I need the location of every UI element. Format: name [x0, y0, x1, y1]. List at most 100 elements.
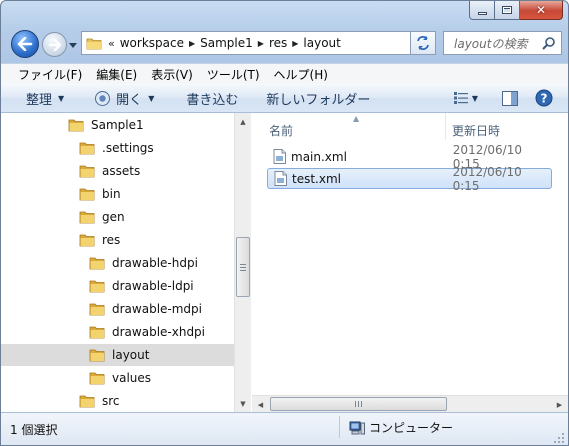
folder-icon: [79, 188, 95, 201]
chevron-down-icon: ▼: [58, 93, 65, 103]
xml-file-icon: [273, 149, 286, 164]
view-list-icon: [453, 92, 468, 104]
computer-icon: [349, 421, 365, 434]
menu-tools[interactable]: ツール(T): [200, 66, 267, 83]
menu-edit[interactable]: 編集(E): [89, 66, 144, 83]
scroll-down-arrow[interactable]: ▼: [235, 395, 251, 412]
breadcrumb-item[interactable]: layout: [300, 36, 343, 50]
scroll-thumb[interactable]: [236, 237, 250, 297]
chevron-right-icon[interactable]: ▶: [290, 39, 300, 48]
chevron-right-icon[interactable]: ▶: [187, 39, 197, 48]
scroll-up-arrow[interactable]: ▲: [235, 113, 251, 130]
tree-item-label: drawable-mdpi: [112, 302, 202, 316]
breadcrumb-item[interactable]: res: [266, 36, 290, 50]
organize-label: 整理: [26, 92, 53, 108]
tree-item[interactable]: res: [1, 229, 234, 251]
tree-item[interactable]: gen: [1, 206, 234, 228]
minimize-button[interactable]: [469, 1, 495, 20]
back-button[interactable]: [11, 30, 39, 58]
preview-pane-icon: [502, 90, 518, 106]
tree-item[interactable]: Sample1: [1, 114, 234, 136]
folder-icon: [86, 38, 102, 49]
search-input[interactable]: layoutの検索: [444, 35, 542, 52]
forward-button[interactable]: [42, 32, 67, 57]
selection-count: 1 個選択: [10, 423, 58, 437]
scroll-left-arrow[interactable]: ◀: [252, 396, 269, 413]
tree-item-label: drawable-hdpi: [112, 256, 198, 270]
scroll-right-arrow[interactable]: ▶: [551, 396, 568, 413]
tree-item-label: assets: [102, 164, 141, 178]
search-icon[interactable]: [542, 36, 556, 50]
help-icon: ?: [535, 89, 553, 107]
arrow-right-icon: [48, 38, 61, 51]
search-box[interactable]: layoutの検索: [443, 31, 562, 55]
tree-item-label: src: [102, 394, 120, 408]
explorer-window: ✕ « workspace ▶ Sample1 ▶ res ▶ layout l…: [0, 0, 569, 446]
breadcrumb: « workspace ▶ Sample1 ▶ res ▶ layout: [102, 32, 344, 54]
breadcrumb-overflow[interactable]: «: [102, 37, 117, 50]
menu-help[interactable]: ヘルプ(H): [267, 66, 335, 83]
open-label: 開く: [116, 92, 143, 108]
status-divider: [339, 416, 340, 438]
recent-pages-dropdown[interactable]: [69, 41, 77, 49]
chevron-right-icon[interactable]: ▶: [256, 39, 266, 48]
open-with-icon: [95, 90, 111, 106]
grip-icon: [240, 263, 246, 271]
tree-item-label: res: [102, 233, 121, 247]
refresh-icon: [417, 36, 429, 50]
close-icon: ✕: [535, 3, 547, 17]
resize-grip-icon[interactable]: [554, 433, 565, 444]
folder-icon: [89, 280, 105, 293]
location-label: コンピューター: [369, 421, 454, 435]
tree-item[interactable]: drawable-mdpi: [1, 298, 234, 320]
maximize-button[interactable]: [495, 1, 520, 20]
tree-item[interactable]: src: [1, 390, 234, 412]
tree-item[interactable]: drawable-hdpi: [1, 252, 234, 274]
menu-file[interactable]: ファイル(F): [11, 66, 89, 83]
organize-button[interactable]: 整理 ▼: [1, 84, 74, 112]
breadcrumb-item[interactable]: workspace: [117, 36, 187, 50]
column-date[interactable]: 更新日時: [452, 122, 500, 139]
scroll-thumb[interactable]: [270, 397, 447, 411]
file-date: 2012/06/10 0:15: [452, 164, 522, 193]
maximize-icon: [502, 6, 512, 14]
breadcrumb-item[interactable]: Sample1: [197, 36, 256, 50]
open-button[interactable]: 開く ▼: [74, 84, 164, 112]
new-folder-label: 新しいフォルダー: [266, 92, 371, 108]
file-row[interactable]: test.xml 2012/06/10 0:15: [267, 165, 552, 193]
caption-buttons: ✕: [469, 1, 563, 20]
navigation-bar: « workspace ▶ Sample1 ▶ res ▶ layout lay…: [9, 27, 562, 61]
status-bar: 1 個選択 コンピューター: [1, 412, 568, 445]
tree-item[interactable]: assets: [1, 160, 234, 182]
column-divider[interactable]: [445, 113, 446, 140]
tree-item[interactable]: bin: [1, 183, 234, 205]
new-folder-button[interactable]: 新しいフォルダー: [248, 84, 380, 112]
folder-icon: [79, 142, 95, 155]
tree-item[interactable]: drawable-ldpi: [1, 275, 234, 297]
burn-button[interactable]: 書き込む: [164, 84, 248, 112]
change-view-button[interactable]: ▼: [446, 86, 486, 110]
tree-item[interactable]: drawable-xhdpi: [1, 321, 234, 343]
help-button[interactable]: ?: [530, 86, 558, 110]
close-button[interactable]: ✕: [520, 1, 563, 20]
grip-icon: [355, 401, 362, 407]
sort-ascending-icon: ▲: [353, 114, 360, 123]
folder-icon: [89, 303, 105, 316]
xml-file-icon: [274, 171, 287, 186]
tree-item[interactable]: layout: [1, 344, 234, 366]
tree-vertical-scrollbar[interactable]: ▲ ▼: [234, 113, 251, 412]
tree-item[interactable]: values: [1, 367, 234, 389]
folder-icon: [68, 119, 84, 132]
files-horizontal-scrollbar[interactable]: ◀ ▶: [252, 395, 568, 412]
tree-item[interactable]: .settings: [1, 137, 234, 159]
command-bar: 整理 ▼ 開く ▼ 書き込む 新しいフォルダー ▼ ?: [1, 84, 568, 113]
tree-item-label: values: [112, 371, 152, 385]
tree-item-label: drawable-xhdpi: [112, 325, 206, 339]
refresh-button[interactable]: [410, 31, 436, 55]
menu-view[interactable]: 表示(V): [144, 66, 200, 83]
column-name[interactable]: 名前: [269, 122, 293, 139]
preview-pane-button[interactable]: [496, 86, 524, 110]
address-bar[interactable]: « workspace ▶ Sample1 ▶ res ▶ layout: [81, 31, 434, 55]
folder-icon: [79, 211, 95, 224]
folder-icon: [79, 165, 95, 178]
